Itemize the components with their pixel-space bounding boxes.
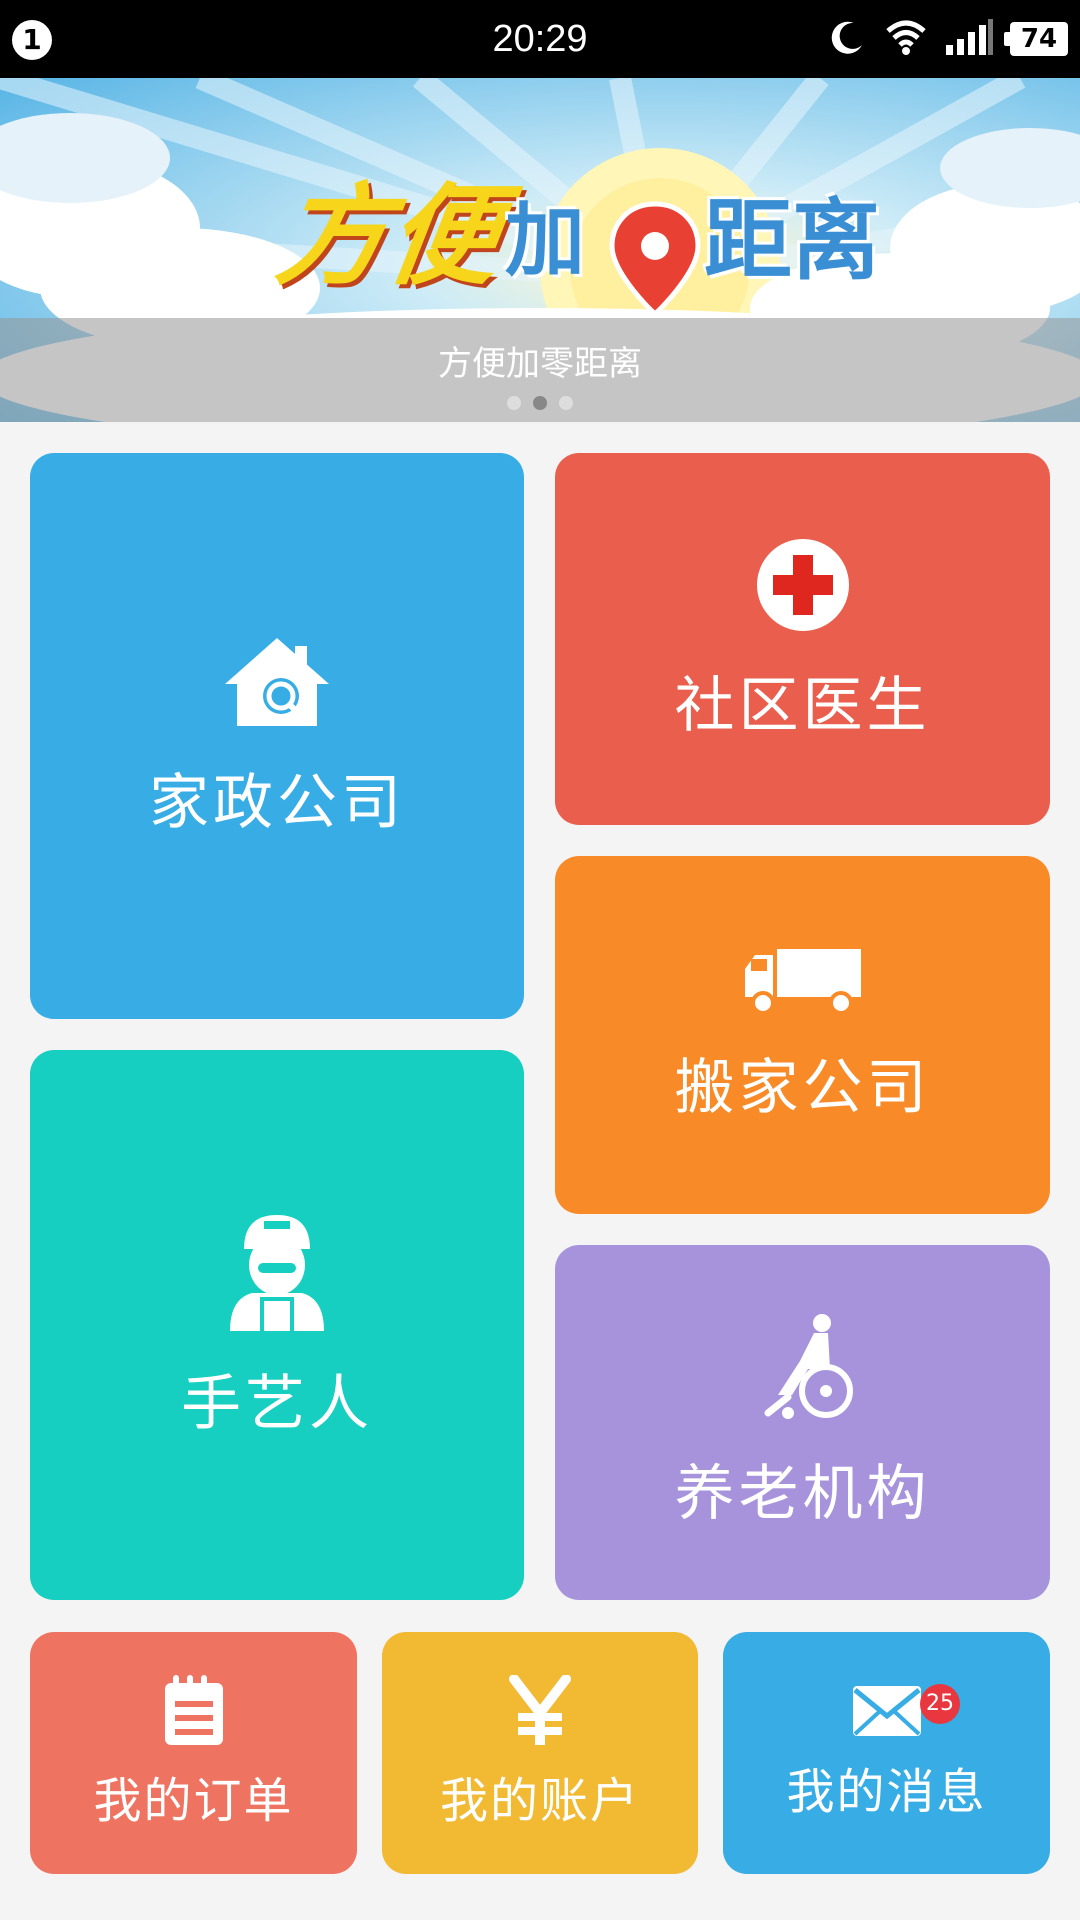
signal-icon: [944, 17, 994, 61]
community-doctor-tile[interactable]: 社区医生: [555, 453, 1050, 825]
my-orders-button[interactable]: 我的订单: [30, 1632, 357, 1874]
banner-caption: 方便加零距离: [438, 344, 642, 384]
craftsman-label: 手艺人: [181, 1368, 373, 1439]
carousel-dots[interactable]: [0, 396, 1080, 410]
housekeeping-tile[interactable]: 家政公司: [30, 453, 524, 1019]
promo-banner[interactable]: 方便 加 距离 方便加零距离: [0, 78, 1080, 422]
banner-logo-text-1: 方便: [269, 172, 508, 300]
unread-messages-badge: 25: [920, 1684, 960, 1724]
community-doctor-label: 社区医生: [674, 670, 931, 741]
my-messages-button[interactable]: 我的消息 25: [723, 1632, 1050, 1874]
wheelchair-icon: [748, 1313, 858, 1427]
status-bar: 1 20:29 74: [0, 0, 1080, 78]
red-cross-icon: [753, 535, 853, 639]
notepad-icon: [159, 1675, 229, 1751]
battery-icon: 74: [1004, 22, 1068, 56]
banner-logo-text-3: 距离: [704, 189, 881, 292]
my-orders-label: 我的订单: [93, 1773, 294, 1829]
status-icons: 74: [828, 14, 1068, 64]
carousel-dot[interactable]: [507, 396, 521, 410]
moving-company-tile[interactable]: 搬家公司: [555, 856, 1050, 1214]
my-messages-label: 我的消息: [786, 1764, 987, 1820]
housekeeping-label: 家政公司: [149, 767, 405, 838]
moving-company-label: 搬家公司: [674, 1052, 931, 1123]
elderly-care-tile[interactable]: 养老机构: [555, 1245, 1050, 1600]
craftsman-tile[interactable]: 手艺人: [30, 1050, 524, 1600]
carousel-dot-active[interactable]: [533, 396, 547, 410]
truck-icon: [741, 945, 865, 1021]
wifi-icon: [884, 17, 928, 61]
banner-logo-text-2: 加: [505, 194, 585, 287]
envelope-icon: [851, 1684, 923, 1742]
my-account-button[interactable]: 我的账户: [382, 1632, 698, 1874]
elderly-care-label: 养老机构: [674, 1459, 931, 1529]
worker-icon: [222, 1209, 332, 1337]
yen-icon: [508, 1674, 572, 1751]
house-search-icon: [217, 632, 337, 736]
carousel-dot[interactable]: [559, 396, 573, 410]
moon-icon: [828, 17, 868, 61]
my-account-label: 我的账户: [439, 1773, 640, 1829]
